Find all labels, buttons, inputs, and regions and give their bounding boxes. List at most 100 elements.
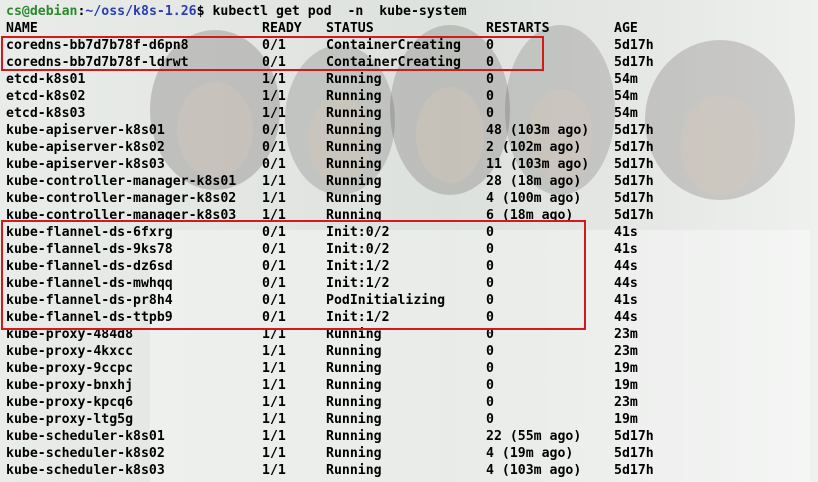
cell-age: 5d17h bbox=[614, 157, 654, 172]
cell-restarts: 0 bbox=[486, 106, 494, 121]
cell-status: Init:1/2 bbox=[326, 276, 390, 291]
cell-age: 5d17h bbox=[614, 140, 654, 155]
pod-table-body: coredns-bb7d7b78f-d6pn8 0/1 ContainerCreat… bbox=[6, 37, 654, 479]
cell-restarts: 0 bbox=[486, 412, 494, 427]
table-row: kube-flannel-ds-6fxrg 0/1 Init:0/2 0 41s bbox=[6, 224, 638, 241]
cell-restarts: 0 bbox=[486, 55, 494, 70]
cell-name: kube-apiserver-k8s03 bbox=[6, 157, 165, 172]
cell-name: kube-flannel-ds-dz6sd bbox=[6, 259, 173, 274]
cell-ready: 0/1 bbox=[262, 140, 286, 155]
cell-name: kube-proxy-9ccpc bbox=[6, 361, 134, 376]
cell-name: kube-flannel-ds-pr8h4 bbox=[6, 293, 173, 308]
header-age: AGE bbox=[614, 21, 638, 36]
cell-age: 23m bbox=[614, 344, 638, 359]
cell-status: Running bbox=[326, 106, 382, 121]
cell-name: kube-flannel-ds-mwhqq bbox=[6, 276, 173, 291]
cell-age: 5d17h bbox=[614, 429, 654, 444]
cell-age: 19m bbox=[614, 378, 638, 393]
cell-ready: 1/1 bbox=[262, 89, 286, 104]
cell-age: 5d17h bbox=[614, 208, 654, 223]
cell-age: 5d17h bbox=[614, 123, 654, 138]
terminal-window[interactable]: cs@debian:~/oss/k8s-1.26$ kubectl get po… bbox=[0, 0, 818, 482]
table-row: kube-proxy-bnxhj 1/1 Running 0 19m bbox=[6, 377, 638, 394]
cell-status: Running bbox=[326, 429, 382, 444]
cell-status: Running bbox=[326, 157, 382, 172]
cell-status: Init:0/2 bbox=[326, 225, 390, 240]
cell-restarts: 0 bbox=[486, 89, 494, 104]
table-row: etcd-k8s02 1/1 Running 0 54m bbox=[6, 88, 638, 105]
prompt-symbol: $ bbox=[196, 4, 205, 19]
cell-name: etcd-k8s01 bbox=[6, 72, 86, 87]
cell-age: 54m bbox=[614, 72, 638, 87]
cell-name: kube-apiserver-k8s01 bbox=[6, 123, 165, 138]
table-row: kube-controller-manager-k8s01 1/1 Running 2… bbox=[6, 173, 654, 190]
cell-restarts: 22 (55m ago) bbox=[486, 429, 582, 444]
cell-status: Running bbox=[326, 174, 382, 189]
cell-age: 23m bbox=[614, 395, 638, 410]
cell-age: 23m bbox=[614, 327, 638, 342]
cell-restarts: 0 bbox=[486, 259, 494, 274]
cell-status: Running bbox=[326, 72, 382, 87]
cell-status: Running bbox=[326, 463, 382, 478]
table-row: kube-apiserver-k8s03 0/1 Running 11 (103m a… bbox=[6, 156, 654, 173]
cell-status: Running bbox=[326, 327, 382, 342]
cell-restarts: 0 bbox=[486, 293, 494, 308]
cell-age: 5d17h bbox=[614, 191, 654, 206]
cell-age: 41s bbox=[614, 242, 638, 257]
cell-age: 5d17h bbox=[614, 463, 654, 478]
cell-name: kube-apiserver-k8s02 bbox=[6, 140, 165, 155]
table-row: kube-controller-manager-k8s02 1/1 Running 4… bbox=[6, 190, 654, 207]
cell-status: ContainerCreating bbox=[326, 38, 461, 53]
table-row: kube-flannel-ds-pr8h4 0/1 PodInitializing 0… bbox=[6, 292, 638, 309]
cell-age: 5d17h bbox=[614, 55, 654, 70]
cell-ready: 1/1 bbox=[262, 378, 286, 393]
cell-ready: 1/1 bbox=[262, 395, 286, 410]
cell-ready: 1/1 bbox=[262, 429, 286, 444]
prompt-line: cs@debian:~/oss/k8s-1.26$ kubectl get po… bbox=[6, 4, 467, 19]
cell-name: kube-flannel-ds-ttpb9 bbox=[6, 310, 173, 325]
cell-ready: 0/1 bbox=[262, 55, 286, 70]
cell-restarts: 4 (19m ago) bbox=[486, 446, 574, 461]
cell-age: 54m bbox=[614, 106, 638, 121]
cell-ready: 0/1 bbox=[262, 242, 286, 257]
cell-ready: 0/1 bbox=[262, 38, 286, 53]
cell-restarts: 0 bbox=[486, 378, 494, 393]
cell-age: 44s bbox=[614, 276, 638, 291]
cell-name: coredns-bb7d7b78f-d6pn8 bbox=[6, 38, 189, 53]
cell-age: 41s bbox=[614, 293, 638, 308]
header-name: NAME bbox=[6, 21, 38, 36]
cell-name: kube-proxy-ltg5g bbox=[6, 412, 134, 427]
cell-ready: 1/1 bbox=[262, 208, 286, 223]
table-row: kube-flannel-ds-ttpb9 0/1 Init:1/2 0 44s bbox=[6, 309, 638, 326]
table-row: kube-proxy-484d8 1/1 Running 0 23m bbox=[6, 326, 638, 343]
table-row: kube-proxy-ltg5g 1/1 Running 0 19m bbox=[6, 411, 638, 428]
cell-restarts: 48 (103m ago) bbox=[486, 123, 590, 138]
cell-ready: 1/1 bbox=[262, 327, 286, 342]
table-row: kube-flannel-ds-mwhqq 0/1 Init:1/2 0 44s bbox=[6, 275, 638, 292]
command-text: kubectl get pod -n kube-system bbox=[212, 4, 467, 19]
cell-status: Running bbox=[326, 344, 382, 359]
prompt-user-host: cs@debian bbox=[6, 4, 78, 19]
table-row: kube-flannel-ds-dz6sd 0/1 Init:1/2 0 44s bbox=[6, 258, 638, 275]
header-restarts: RESTARTS bbox=[486, 21, 550, 36]
cell-status: Init:1/2 bbox=[326, 259, 390, 274]
cell-name: kube-scheduler-k8s01 bbox=[6, 429, 165, 444]
cell-name: kube-proxy-4kxcc bbox=[6, 344, 134, 359]
cell-name: kube-proxy-kpcq6 bbox=[6, 395, 134, 410]
terminal-output: cs@debian:~/oss/k8s-1.26$ kubectl get po… bbox=[6, 3, 654, 479]
table-row: kube-flannel-ds-9ks78 0/1 Init:0/2 0 41s bbox=[6, 241, 638, 258]
table-row: kube-proxy-9ccpc 1/1 Running 0 19m bbox=[6, 360, 638, 377]
cell-status: Running bbox=[326, 446, 382, 461]
cell-name: kube-proxy-bnxhj bbox=[6, 378, 134, 393]
cell-age: 54m bbox=[614, 89, 638, 104]
cell-age: 41s bbox=[614, 225, 638, 240]
cell-ready: 1/1 bbox=[262, 412, 286, 427]
table-row: coredns-bb7d7b78f-ldrwt 0/1 ContainerCreat… bbox=[6, 54, 654, 71]
cell-name: kube-flannel-ds-6fxrg bbox=[6, 225, 173, 240]
cell-restarts: 0 bbox=[486, 38, 494, 53]
cell-age: 5d17h bbox=[614, 446, 654, 461]
cell-ready: 1/1 bbox=[262, 344, 286, 359]
cell-restarts: 0 bbox=[486, 344, 494, 359]
cell-ready: 0/1 bbox=[262, 157, 286, 172]
cell-status: Running bbox=[326, 208, 382, 223]
